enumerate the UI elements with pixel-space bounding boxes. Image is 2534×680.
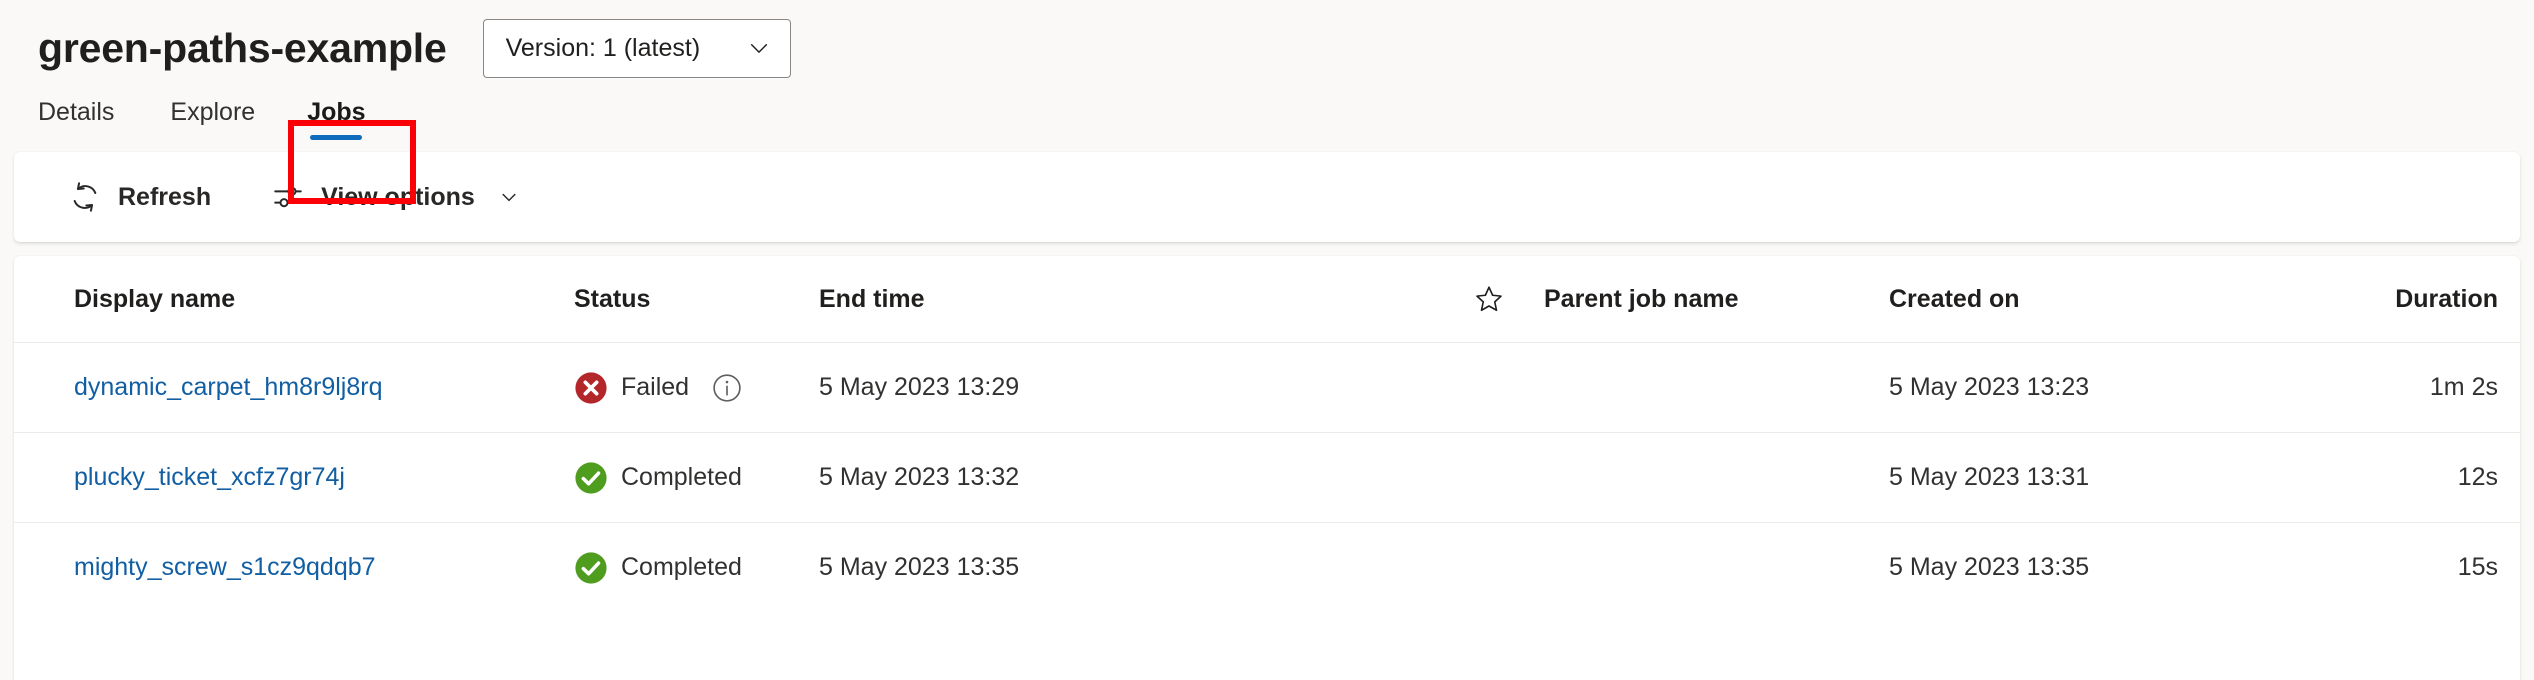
column-header-favorite[interactable] (1474, 284, 1544, 314)
status-label: Failed (621, 373, 689, 402)
column-header-display-name[interactable]: Display name (14, 285, 574, 314)
info-icon[interactable] (712, 373, 742, 403)
table-row[interactable]: dynamic_carpet_hm8r9lj8rq Failed (14, 342, 2520, 432)
cell-end-time: 5 May 2023 13:29 (819, 373, 1474, 402)
table-row[interactable]: mighty_screw_s1cz9qdqb7 Completed 5 May … (14, 522, 2520, 612)
job-link[interactable]: mighty_screw_s1cz9qdqb7 (74, 553, 376, 581)
cell-duration: 15s (2329, 553, 2520, 582)
cell-created-on: 5 May 2023 13:23 (1889, 373, 2329, 402)
star-icon[interactable] (1474, 284, 1504, 314)
jobs-toolbar: Refresh View options (14, 152, 2520, 242)
page-header: green-paths-example Version: 1 (latest) (0, 0, 2534, 78)
success-circle-icon (574, 461, 608, 495)
cell-end-time: 5 May 2023 13:32 (819, 463, 1474, 492)
job-link[interactable]: plucky_ticket_xcfz7gr74j (74, 463, 345, 491)
cell-end-time: 5 May 2023 13:35 (819, 553, 1474, 582)
tab-jobs-label: Jobs (307, 98, 365, 127)
view-options-button[interactable]: View options (263, 169, 527, 225)
column-header-status[interactable]: Status (574, 285, 819, 314)
column-header-parent-job-name[interactable]: Parent job name (1544, 285, 1889, 314)
status-label: Completed (621, 553, 742, 582)
tab-explore-label: Explore (170, 98, 255, 127)
cell-duration: 12s (2329, 463, 2520, 492)
cell-status: Completed (574, 461, 819, 495)
tab-jobs[interactable]: Jobs (281, 78, 391, 146)
sliders-icon (271, 180, 305, 214)
tab-explore[interactable]: Explore (144, 78, 281, 146)
success-circle-icon (574, 551, 608, 585)
page-title: green-paths-example (38, 28, 447, 69)
cell-status: Completed (574, 551, 819, 585)
refresh-icon (68, 180, 102, 214)
column-header-end-time[interactable]: End time (819, 285, 1474, 314)
tab-active-indicator (310, 135, 362, 140)
tab-details-label: Details (38, 98, 114, 127)
cell-display-name: dynamic_carpet_hm8r9lj8rq (14, 373, 574, 402)
jobs-page: green-paths-example Version: 1 (latest) … (0, 0, 2534, 680)
refresh-label: Refresh (118, 183, 211, 212)
cell-created-on: 5 May 2023 13:31 (1889, 463, 2329, 492)
view-options-label: View options (321, 183, 475, 212)
cell-status: Failed (574, 371, 819, 405)
chevron-down-icon (499, 187, 519, 207)
column-header-created-on[interactable]: Created on (1889, 285, 2329, 314)
tab-details[interactable]: Details (38, 78, 144, 146)
cell-duration: 1m 2s (2329, 373, 2520, 402)
cell-display-name: mighty_screw_s1cz9qdqb7 (14, 553, 574, 582)
table-header-row: Display name Status End time Parent job … (14, 256, 2520, 342)
chevron-down-icon (748, 37, 770, 59)
refresh-button[interactable]: Refresh (60, 169, 219, 225)
jobs-table: Display name Status End time Parent job … (14, 256, 2520, 680)
error-circle-icon (574, 371, 608, 405)
tab-bar: Details Explore Jobs (0, 78, 2534, 146)
status-label: Completed (621, 463, 742, 492)
version-select-label: Version: 1 (latest) (506, 34, 701, 63)
cell-display-name: plucky_ticket_xcfz7gr74j (14, 463, 574, 492)
column-header-duration[interactable]: Duration (2329, 285, 2520, 314)
version-select[interactable]: Version: 1 (latest) (483, 19, 791, 78)
table-row[interactable]: plucky_ticket_xcfz7gr74j Completed 5 May… (14, 432, 2520, 522)
cell-created-on: 5 May 2023 13:35 (1889, 553, 2329, 582)
job-link[interactable]: dynamic_carpet_hm8r9lj8rq (74, 373, 382, 401)
